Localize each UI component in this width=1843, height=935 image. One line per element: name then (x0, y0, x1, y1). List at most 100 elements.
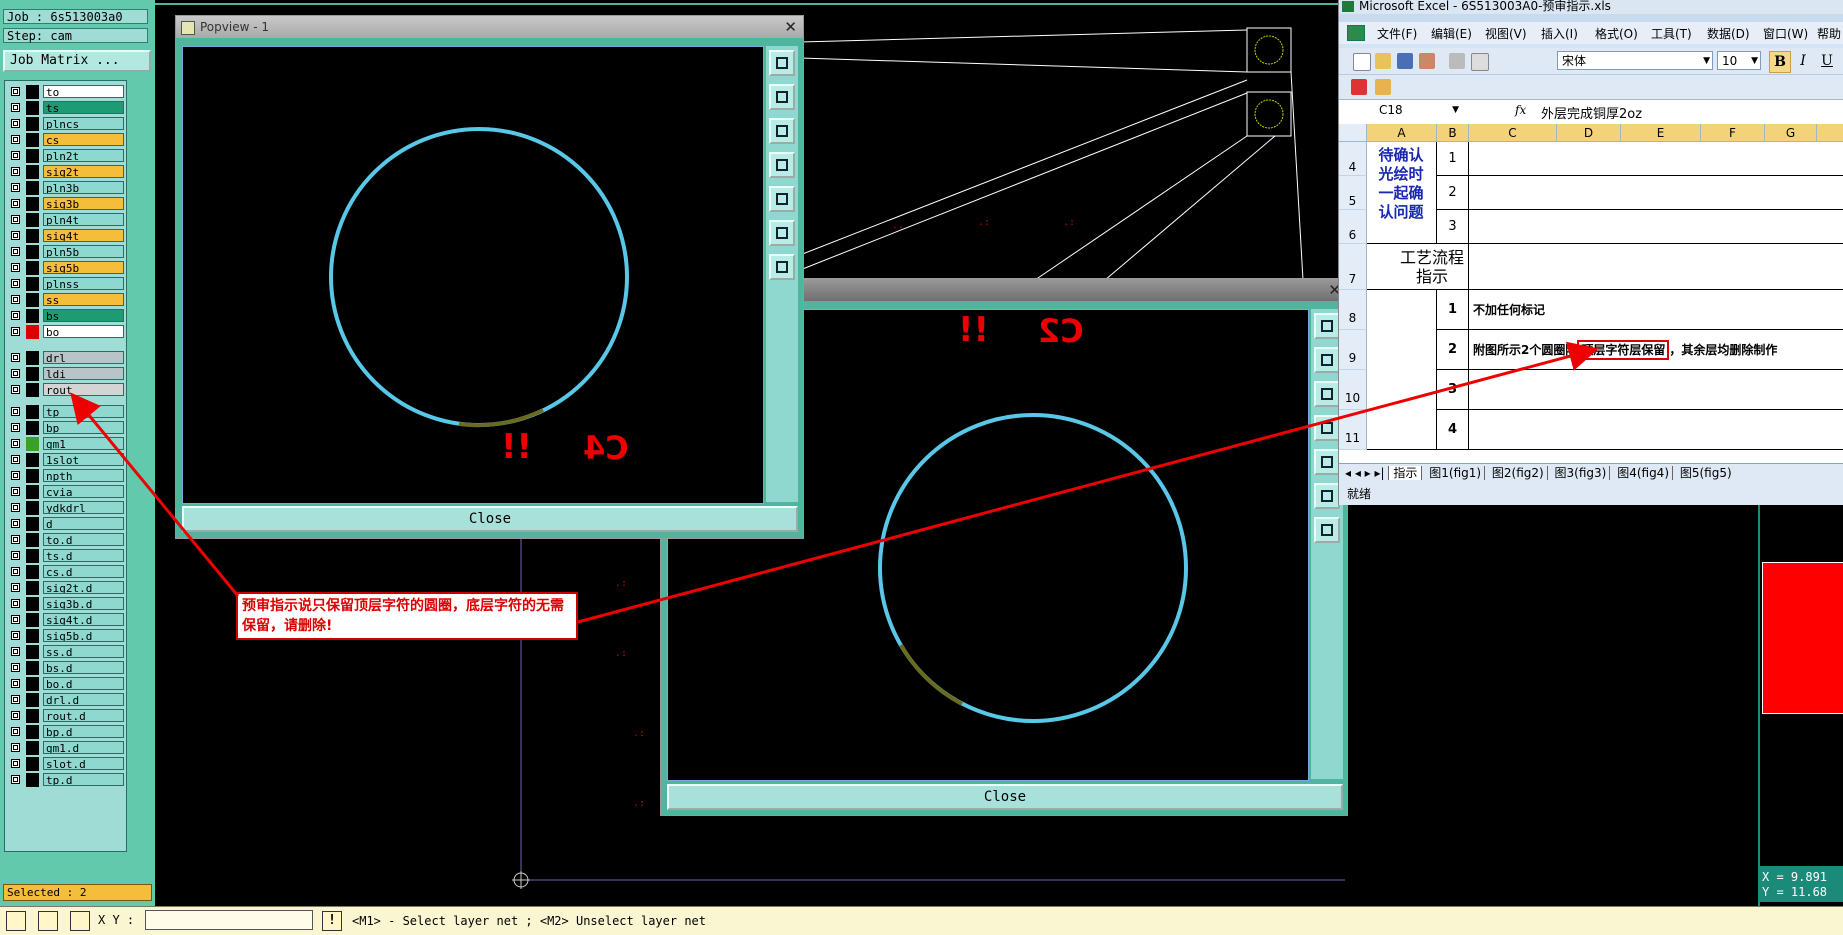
font-size-select[interactable]: 10 ▼ (1717, 51, 1761, 70)
layer-row-d[interactable]: d (7, 517, 128, 531)
layer-name[interactable]: to (43, 85, 124, 98)
layer-name[interactable]: plnss (43, 277, 124, 290)
layer-name[interactable]: ss (43, 293, 124, 306)
layer-row-ldi[interactable]: ldi (7, 367, 128, 381)
layer-checkbox[interactable] (11, 615, 20, 624)
row-header[interactable]: 7 (1339, 244, 1367, 290)
layer-row-sig2t.d[interactable]: sig2t.d (7, 581, 128, 595)
layer-checkbox[interactable] (11, 503, 20, 512)
layer-color-swatch[interactable] (26, 549, 39, 563)
layer-color-swatch[interactable] (26, 517, 39, 531)
layer-checkbox[interactable] (11, 327, 20, 336)
zoom-window-icon[interactable] (6, 911, 26, 931)
row-header[interactable]: 9 (1339, 330, 1367, 370)
layer-row-tp.d[interactable]: tp.d (7, 773, 128, 787)
layer-color-swatch[interactable] (26, 325, 39, 339)
layer-checkbox[interactable] (11, 199, 20, 208)
layer-row-pln3b[interactable]: pln3b (7, 181, 128, 195)
cell-c4[interactable] (1469, 142, 1843, 176)
layer-row-rout[interactable]: rout (7, 383, 128, 397)
menu-view[interactable]: 视图(V) (1485, 25, 1527, 42)
cell-c10[interactable] (1469, 370, 1843, 410)
xy-input[interactable] (145, 910, 313, 930)
layer-row-drl.d[interactable]: drl.d (7, 693, 128, 707)
layer-checkbox[interactable] (11, 279, 20, 288)
layer-color-swatch[interactable] (26, 693, 39, 707)
permission-icon[interactable] (1419, 53, 1435, 69)
layer-name[interactable]: sig4t.d (43, 613, 124, 626)
layer-name[interactable]: cs (43, 133, 124, 146)
cell-a8-merged[interactable] (1367, 290, 1437, 450)
layer-name[interactable]: sig2t.d (43, 581, 124, 594)
layer-color-swatch[interactable] (26, 101, 39, 115)
layer-name[interactable]: plncs (43, 117, 124, 130)
bold-button[interactable]: B (1769, 51, 1791, 73)
layer-row-tp[interactable]: tp (7, 405, 128, 419)
layer-checkbox[interactable] (11, 87, 20, 96)
layer-checkbox[interactable] (11, 743, 20, 752)
col-header-blank[interactable] (1817, 124, 1843, 142)
layer-name[interactable]: pln4t (43, 213, 124, 226)
layer-name[interactable]: bo (43, 325, 124, 338)
layer-row-drl[interactable]: drl (7, 351, 128, 365)
tab-sheet[interactable]: 图5(fig5) (1677, 466, 1735, 480)
menu-window[interactable]: 窗口(W) (1763, 25, 1808, 42)
layer-checkbox[interactable] (11, 295, 20, 304)
zoom-out-icon[interactable] (769, 84, 795, 110)
menu-help[interactable]: 帮助 (1817, 25, 1841, 42)
layer-color-swatch[interactable] (26, 383, 39, 397)
layer-color-swatch[interactable] (26, 133, 39, 147)
layer-color-swatch[interactable] (26, 85, 39, 99)
pan-right-icon[interactable] (769, 186, 795, 212)
tab-sheet[interactable]: 图1(fig1) (1426, 466, 1486, 480)
cell-b4[interactable]: 1 (1437, 142, 1469, 176)
layer-row-rout.d[interactable]: rout.d (7, 709, 128, 723)
layer-name[interactable]: ts.d (43, 549, 124, 562)
layer-color-swatch[interactable] (26, 613, 39, 627)
layer-checkbox[interactable] (11, 471, 20, 480)
layer-checkbox[interactable] (11, 423, 20, 432)
layer-color-swatch[interactable] (26, 117, 39, 131)
layer-checkbox[interactable] (11, 231, 20, 240)
layer-name[interactable]: sig4t (43, 229, 124, 242)
layer-color-swatch[interactable] (26, 309, 39, 323)
layer-checkbox[interactable] (11, 775, 20, 784)
layer-row-bo[interactable]: bo (7, 325, 128, 339)
layer-name[interactable]: rout (43, 383, 124, 396)
layer-name[interactable]: 1slot (43, 453, 124, 466)
pdf-icon[interactable] (1351, 79, 1367, 95)
layer-name[interactable]: ldi (43, 367, 124, 380)
layer-row-pln5b[interactable]: pln5b (7, 245, 128, 259)
col-header[interactable]: G (1765, 124, 1817, 142)
layer-row-ss.d[interactable]: ss.d (7, 645, 128, 659)
layer-row-plnss[interactable]: plnss (7, 277, 128, 291)
col-header[interactable]: C (1469, 124, 1557, 142)
zoom-in-icon[interactable] (1314, 313, 1340, 339)
layer-color-swatch[interactable] (26, 485, 39, 499)
layer-row-ts.d[interactable]: ts.d (7, 549, 128, 563)
layer-color-swatch[interactable] (26, 469, 39, 483)
cell-a7-merged[interactable]: 工艺流程指示 (1367, 244, 1469, 290)
cell-b9[interactable]: 2 (1437, 330, 1469, 370)
cell-c8[interactable]: 不加任何标记 (1469, 290, 1843, 330)
layer-row-bs.d[interactable]: bs.d (7, 661, 128, 675)
print-icon[interactable] (1449, 53, 1465, 69)
tab-sheet[interactable]: 指示 (1388, 466, 1423, 480)
layer-checkbox[interactable] (11, 215, 20, 224)
pdf-settings-icon[interactable] (1375, 79, 1391, 95)
layer-checkbox[interactable] (11, 535, 20, 544)
cell-a4-merged[interactable]: 待确认光绘时一起确认问题 (1367, 142, 1437, 244)
cell-b6[interactable]: 3 (1437, 210, 1469, 244)
layer-name[interactable]: bo.d (43, 677, 124, 690)
layer-name[interactable]: drl.d (43, 693, 124, 706)
layer-color-swatch[interactable] (26, 533, 39, 547)
layer-row-bp.d[interactable]: bp.d (7, 725, 128, 739)
layer-row-sig5b.d[interactable]: sig5b.d (7, 629, 128, 643)
tab-sheet[interactable]: 图4(fig4) (1614, 466, 1673, 480)
tab-sheet[interactable]: 图2(fig2) (1488, 466, 1548, 480)
layer-color-swatch[interactable] (26, 277, 39, 291)
close-icon[interactable]: ✕ (784, 16, 797, 38)
layer-checkbox[interactable] (11, 647, 20, 656)
layer-checkbox[interactable] (11, 353, 20, 362)
layer-color-swatch[interactable] (26, 725, 39, 739)
